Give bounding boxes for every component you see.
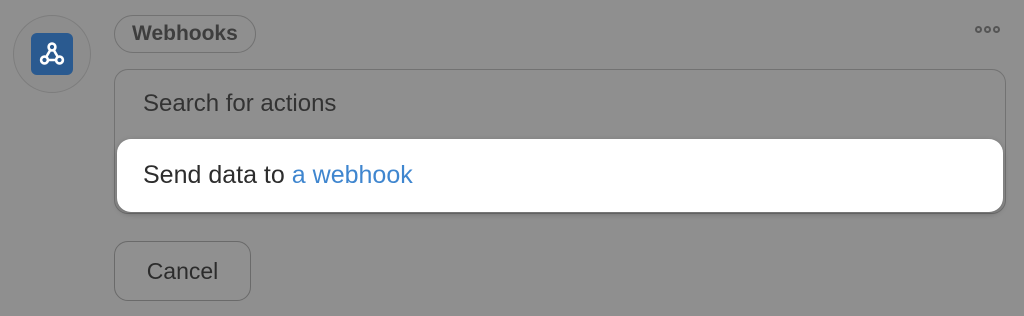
more-options-button[interactable]: [975, 26, 1000, 33]
webhook-icon: [31, 33, 73, 75]
search-actions-input[interactable]: [115, 70, 1005, 138]
action-option-send-webhook[interactable]: Send data to a webhook: [117, 139, 1003, 212]
action-option-prefix: Send data to: [143, 161, 285, 189]
app-avatar: [13, 15, 91, 93]
more-options-icon: [984, 26, 991, 33]
cancel-button[interactable]: Cancel: [114, 241, 251, 301]
action-option-link[interactable]: a webhook: [292, 161, 413, 190]
service-badge: Webhooks: [114, 15, 256, 53]
more-options-icon: [975, 26, 982, 33]
more-options-icon: [993, 26, 1000, 33]
